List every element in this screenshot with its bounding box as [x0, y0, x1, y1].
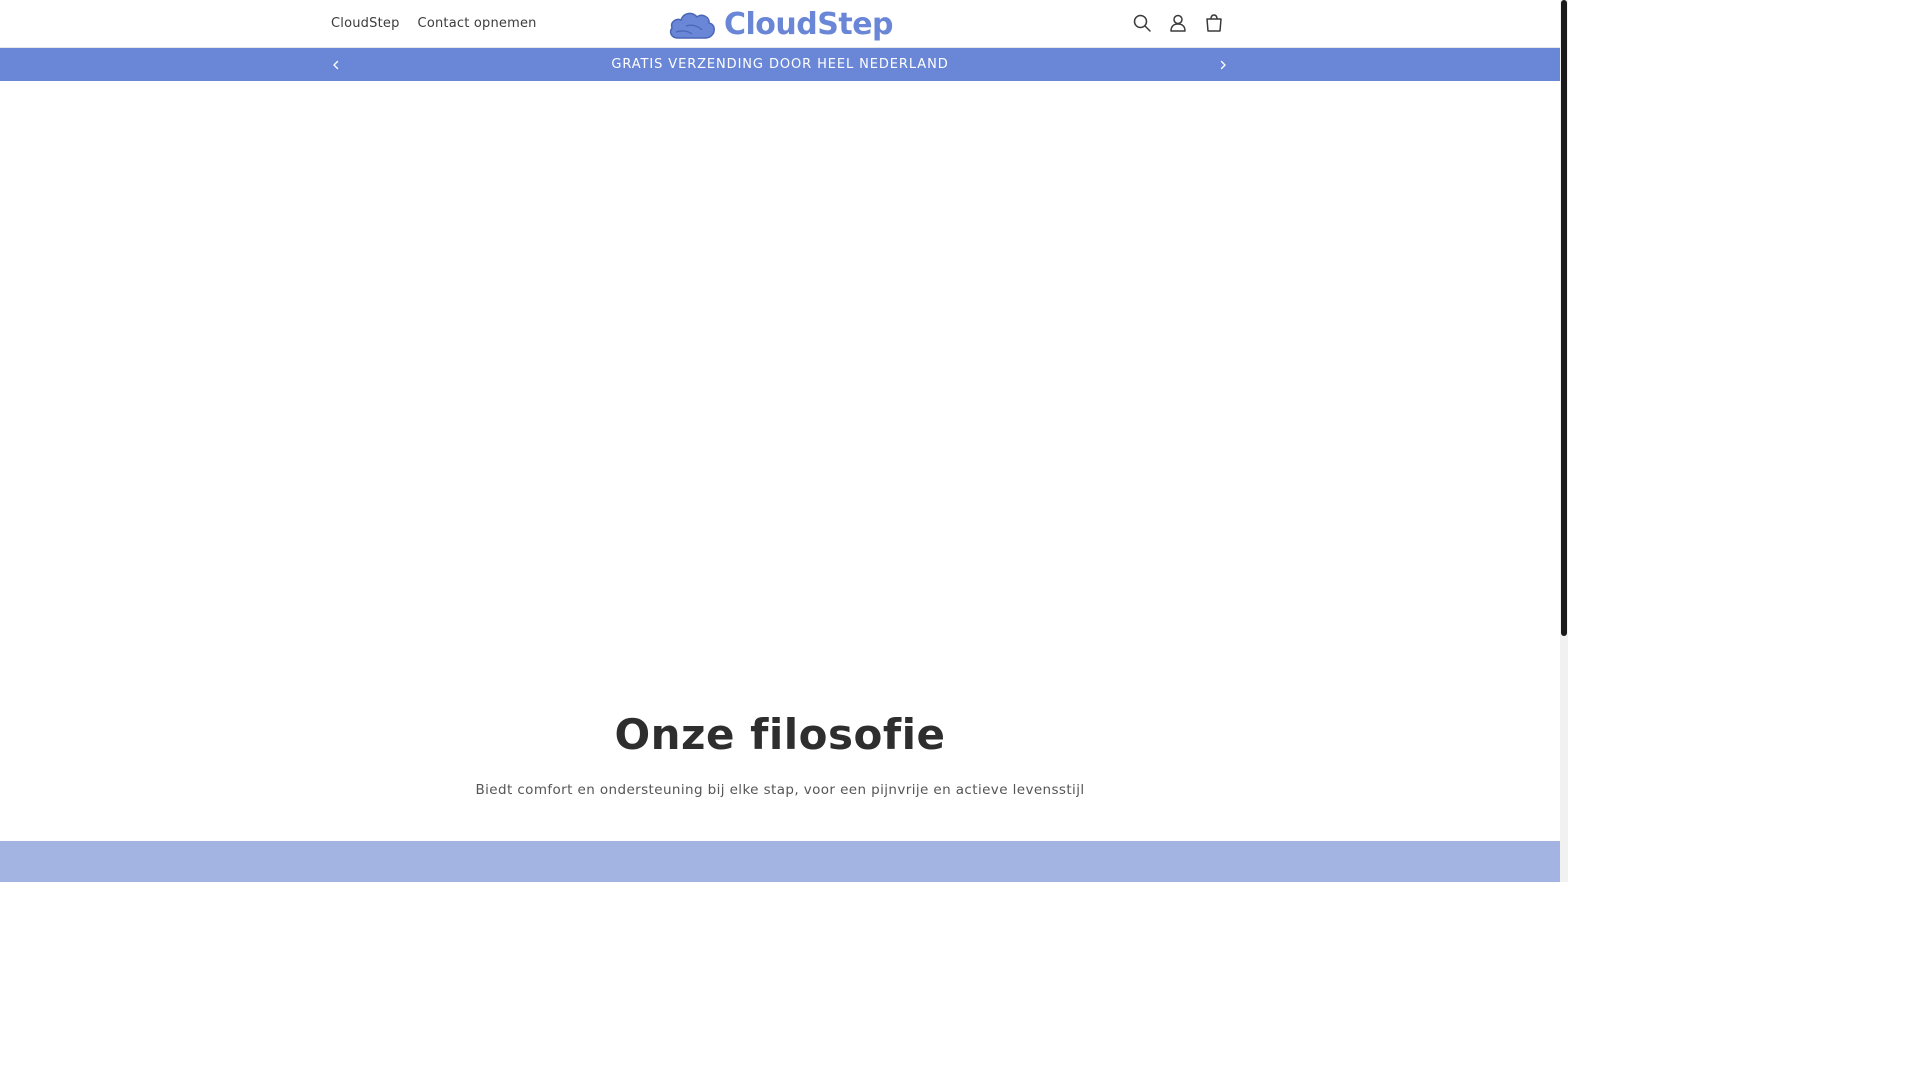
announcement-text: GRATIS VERZENDING DOOR HEEL NEDERLAND	[611, 57, 949, 72]
account-button[interactable]	[1160, 5, 1196, 41]
announcement-bar: GRATIS VERZENDING DOOR HEEL NEDERLAND	[0, 48, 1560, 81]
philosophy-title: Onze filosofie	[614, 710, 946, 759]
site-header: CloudStep Contact opnemen CloudStep	[0, 0, 1560, 48]
chevron-right-icon	[1220, 60, 1226, 70]
scrollbar-thumb[interactable]	[1561, 0, 1567, 636]
nav-link-cloudstep[interactable]: CloudStep	[322, 16, 409, 31]
announcement-next-button[interactable]	[1210, 52, 1236, 78]
main-nav: CloudStep Contact opnemen	[322, 0, 546, 46]
philosophy-text: Biedt comfort en ondersteuning bij elke …	[475, 782, 1085, 798]
hero-section	[0, 81, 1560, 681]
page: CloudStep Contact opnemen CloudStep GRAT…	[0, 0, 1568, 882]
cloud-logo-icon	[669, 12, 715, 39]
cart-button[interactable]	[1196, 5, 1232, 41]
header-icons	[1124, 5, 1232, 41]
search-button[interactable]	[1124, 5, 1160, 41]
account-icon	[1170, 14, 1186, 32]
search-icon	[1133, 14, 1151, 32]
site-logo[interactable]: CloudStep	[668, 4, 894, 44]
logo-text: CloudStep	[724, 6, 894, 42]
nav-link-contact[interactable]: Contact opnemen	[409, 16, 546, 31]
bottom-band	[0, 841, 1560, 882]
cart-icon	[1206, 14, 1222, 32]
